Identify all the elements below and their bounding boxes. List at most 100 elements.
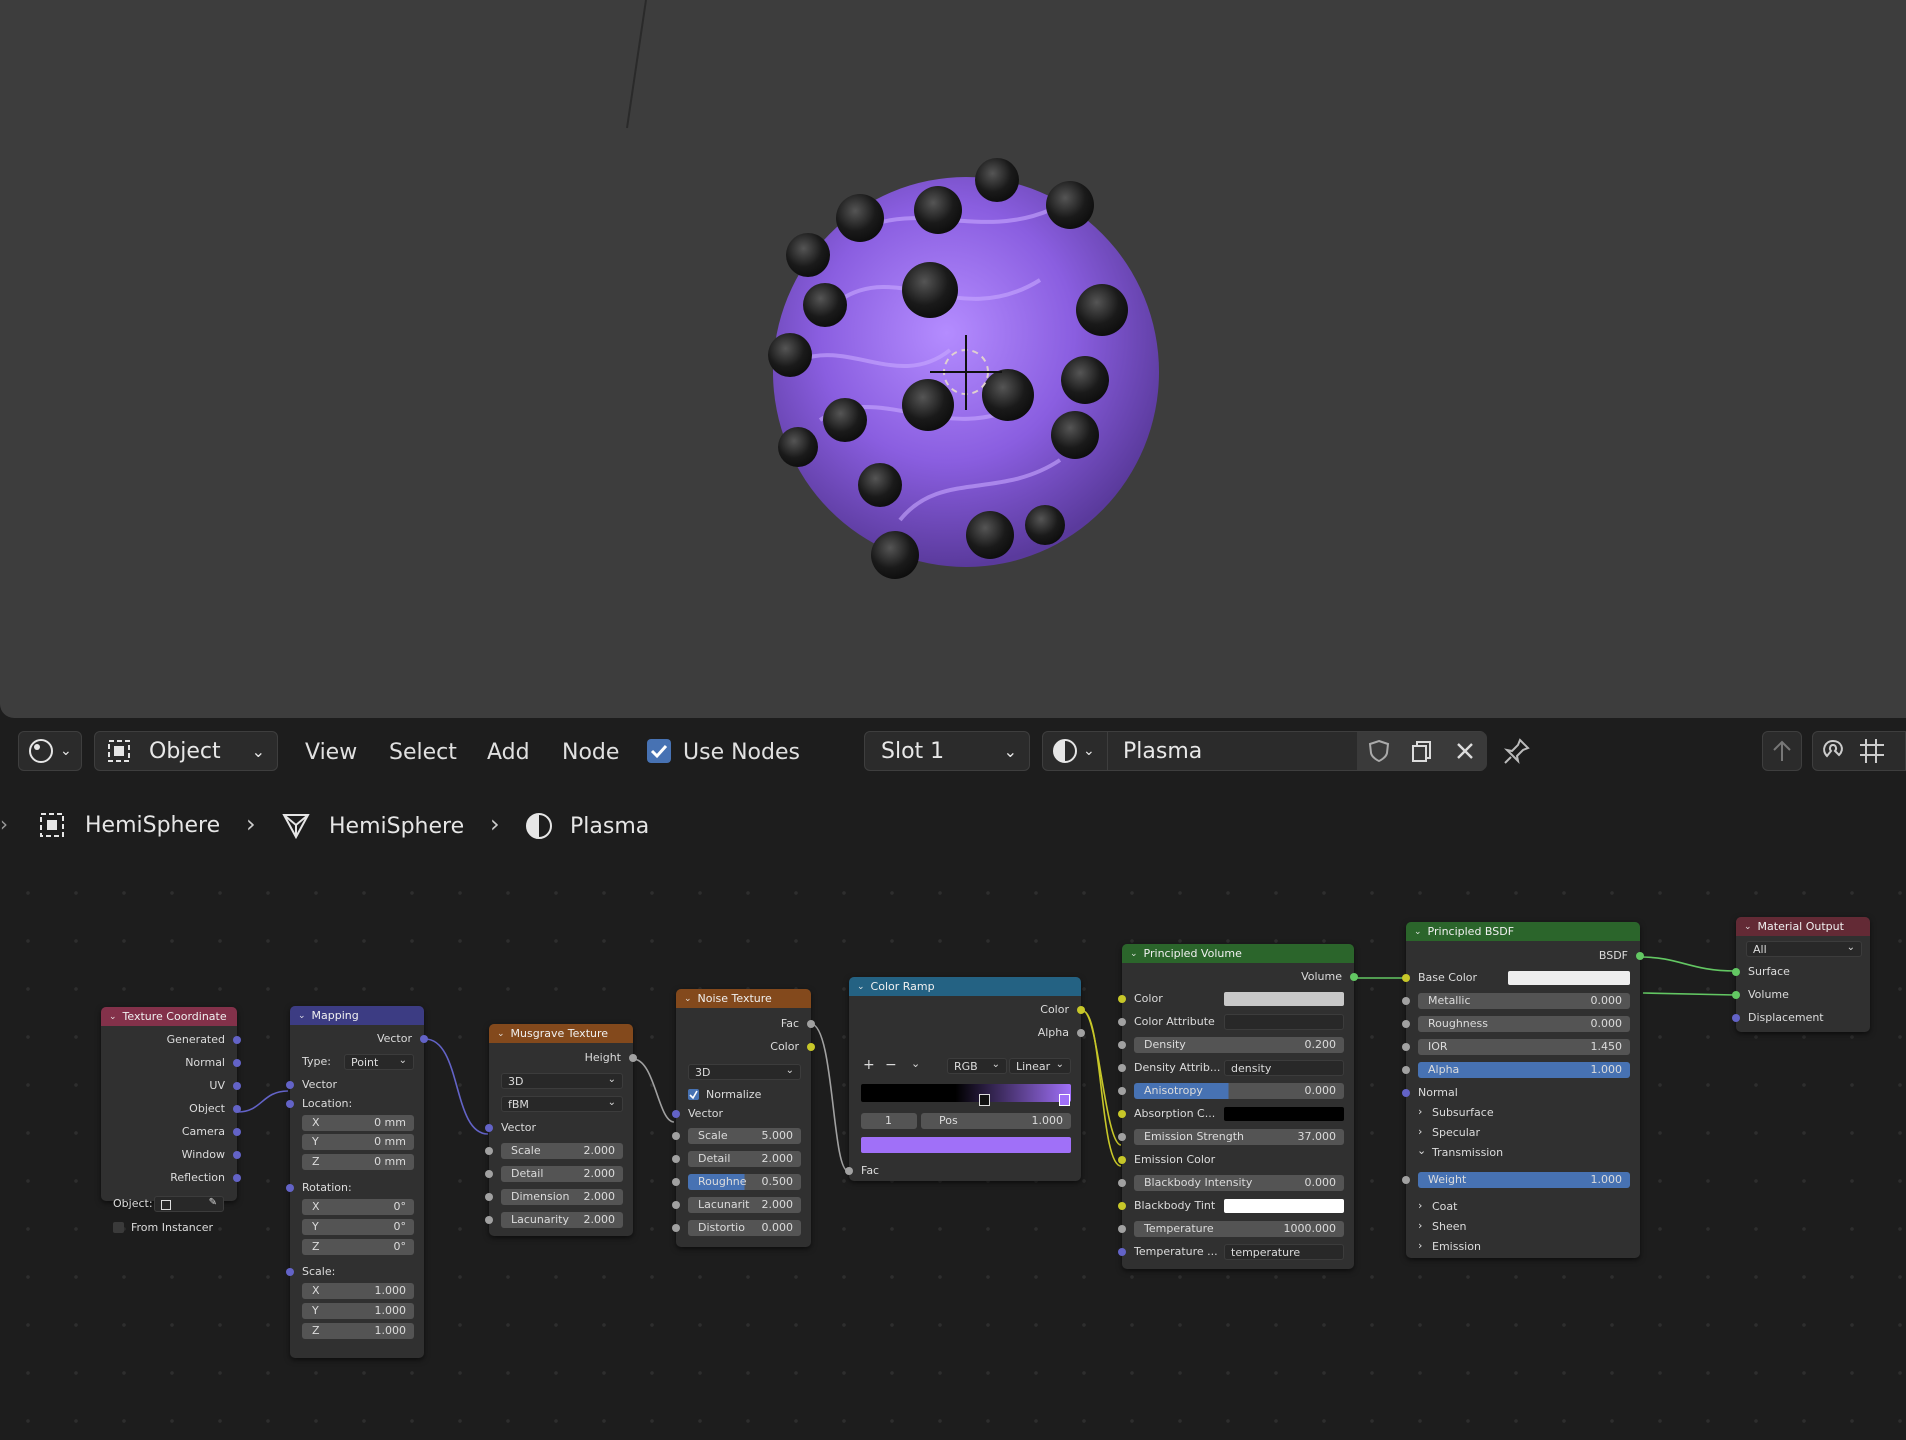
- chevron-down-icon[interactable]: ⌄: [497, 1029, 505, 1039]
- chevron-down-icon[interactable]: ⌄: [109, 1012, 117, 1022]
- temperature-field[interactable]: Temperature 1000.000: [1118, 1220, 1354, 1238]
- node-noise-texture[interactable]: ⌄ Noise Texture Fac Color 3D ⌄ Normalize V…: [672, 989, 815, 1247]
- node-header[interactable]: ⌄ Musgrave Texture: [489, 1024, 633, 1043]
- node-header[interactable]: ⌄ Color Ramp: [849, 977, 1081, 996]
- menu-add[interactable]: Add: [487, 740, 530, 765]
- output-socket[interactable]: [233, 1128, 241, 1136]
- color-ramp-gradient[interactable]: [861, 1084, 1071, 1102]
- input-socket[interactable]: [485, 1170, 493, 1178]
- input-socket[interactable]: [672, 1178, 680, 1186]
- add-stop-icon[interactable]: +: [863, 1057, 875, 1073]
- noise-scale-field[interactable]: Scale 5.000: [672, 1127, 811, 1145]
- input-socket[interactable]: [1402, 1066, 1410, 1074]
- interpolation-dropdown[interactable]: Linear ⌄: [1009, 1058, 1071, 1074]
- output-socket[interactable]: [233, 1059, 241, 1067]
- node-principled-bsdf[interactable]: ⌄ Principled BSDF BSDF Base Color Metalli…: [1402, 922, 1644, 1258]
- emission-strength-field[interactable]: Emission Strength 37.000: [1118, 1128, 1354, 1146]
- input-socket[interactable]: [485, 1124, 493, 1132]
- remove-stop-icon[interactable]: −: [885, 1057, 897, 1073]
- input-socket[interactable]: [1118, 1110, 1126, 1118]
- use-nodes-label[interactable]: Use Nodes: [683, 740, 800, 765]
- musgrave-detail-field[interactable]: Detail 2.000: [485, 1165, 633, 1183]
- input-socket[interactable]: [1118, 1041, 1126, 1049]
- menu-select[interactable]: Select: [389, 740, 457, 765]
- input-socket[interactable]: [1732, 968, 1740, 976]
- transmission-weight-field[interactable]: Weight 1.000: [1402, 1171, 1640, 1189]
- noise-lacunarity-field[interactable]: Lacunarit 2.000: [672, 1196, 811, 1214]
- input-socket[interactable]: [1118, 1018, 1126, 1026]
- rotation-y-field[interactable]: Y 0°: [290, 1218, 424, 1236]
- snap-magnet-icon[interactable]: [1819, 736, 1849, 766]
- node-header[interactable]: ⌄ Principled Volume: [1122, 944, 1354, 963]
- menu-node[interactable]: Node: [562, 740, 619, 765]
- output-socket[interactable]: [1350, 973, 1358, 981]
- color-swatch[interactable]: [1224, 1107, 1344, 1121]
- input-socket[interactable]: [485, 1216, 493, 1224]
- object-picker-field[interactable]: ✎: [154, 1196, 224, 1212]
- pin-icon[interactable]: [1502, 736, 1532, 766]
- node-texture-coordinate[interactable]: ⌄ Texture Coordinate Generated Normal UV …: [101, 1007, 241, 1234]
- input-socket[interactable]: [1118, 1202, 1126, 1210]
- color-stop-handle[interactable]: [979, 1094, 990, 1106]
- chevron-down-icon[interactable]: ⌄: [1414, 927, 1422, 937]
- node-header[interactable]: ⌄ Mapping: [290, 1006, 424, 1025]
- input-socket[interactable]: [1118, 995, 1126, 1003]
- input-socket[interactable]: [1402, 974, 1410, 982]
- input-socket[interactable]: [1402, 997, 1410, 1005]
- input-socket[interactable]: [1402, 1043, 1410, 1051]
- snapping-controls[interactable]: [1812, 731, 1906, 771]
- noise-detail-field[interactable]: Detail 2.000: [672, 1150, 811, 1168]
- scale-x-field[interactable]: X 1.000: [290, 1282, 424, 1300]
- input-socket[interactable]: [1118, 1087, 1126, 1095]
- node-header[interactable]: ⌄ Noise Texture: [676, 989, 811, 1008]
- input-socket[interactable]: [1402, 1089, 1410, 1097]
- node-header[interactable]: ⌄ Principled BSDF: [1406, 922, 1640, 941]
- menu-view[interactable]: View: [305, 740, 357, 765]
- output-socket[interactable]: [233, 1174, 241, 1182]
- color-swatch[interactable]: [1224, 1199, 1344, 1213]
- scale-z-field[interactable]: Z 1.000: [290, 1322, 424, 1340]
- input-socket[interactable]: [672, 1224, 680, 1232]
- chevron-down-icon[interactable]: ⌄: [684, 994, 692, 1004]
- stop-color-swatch[interactable]: [861, 1137, 1071, 1153]
- input-socket[interactable]: [1732, 1014, 1740, 1022]
- mapping-type-dropdown[interactable]: Point ⌄: [344, 1054, 414, 1070]
- chevron-down-icon[interactable]: ⌄: [1130, 949, 1138, 959]
- normalize-checkbox[interactable]: [688, 1089, 699, 1100]
- musgrave-scale-field[interactable]: Scale 2.000: [485, 1142, 633, 1160]
- input-socket[interactable]: [286, 1081, 294, 1089]
- alpha-field[interactable]: Alpha 1.000: [1402, 1061, 1640, 1079]
- blackbody-intensity-field[interactable]: Blackbody Intensity 0.000: [1118, 1174, 1354, 1192]
- input-socket[interactable]: [672, 1155, 680, 1163]
- editor-type-dropdown[interactable]: ⌄: [18, 731, 82, 771]
- color-swatch[interactable]: [1508, 971, 1630, 985]
- material-name-field[interactable]: Plasma: [1123, 739, 1202, 764]
- ior-field[interactable]: IOR 1.450: [1402, 1038, 1640, 1056]
- node-color-ramp[interactable]: ⌄ Color Ramp Color Alpha + − ⌄ RGB ⌄ Linea…: [845, 977, 1085, 1181]
- musgrave-lacunarity-field[interactable]: Lacunarity 2.000: [485, 1211, 633, 1229]
- material-browse-button[interactable]: ⌄: [1043, 732, 1108, 770]
- anisotropy-field[interactable]: Anisotropy 0.000: [1118, 1082, 1354, 1100]
- node-musgrave-texture[interactable]: ⌄ Musgrave Texture Height 3D ⌄ fBM ⌄ Vector…: [485, 1024, 637, 1236]
- panel-emission[interactable]: › Emission: [1406, 1238, 1640, 1256]
- output-socket[interactable]: [807, 1020, 815, 1028]
- stop-index-field[interactable]: 1: [861, 1113, 917, 1129]
- location-z-field[interactable]: Z0 mm: [290, 1153, 424, 1171]
- color-swatch[interactable]: [1224, 992, 1344, 1006]
- color-stop-handle[interactable]: [1059, 1094, 1070, 1106]
- noise-distortion-field[interactable]: Distortio 0.000: [672, 1219, 811, 1237]
- from-instancer-checkbox[interactable]: [113, 1222, 124, 1233]
- input-socket[interactable]: [286, 1100, 294, 1108]
- scale-y-field[interactable]: Y 1.000: [290, 1302, 424, 1320]
- output-target-dropdown[interactable]: All ⌄: [1746, 941, 1862, 957]
- color-attribute-field[interactable]: [1224, 1014, 1344, 1030]
- noise-roughness-field[interactable]: Roughne 0.500: [672, 1173, 811, 1191]
- output-socket[interactable]: [1077, 1006, 1085, 1014]
- input-socket[interactable]: [1118, 1179, 1126, 1187]
- grid-snap-icon[interactable]: [1857, 736, 1887, 766]
- input-socket[interactable]: [1118, 1156, 1126, 1164]
- node-header[interactable]: ⌄ Texture Coordinate: [101, 1007, 237, 1026]
- output-socket[interactable]: [233, 1036, 241, 1044]
- input-socket[interactable]: [1402, 1020, 1410, 1028]
- node-mapping[interactable]: ⌄ Mapping Vector Type: Point ⌄ Vector Loca…: [286, 1006, 428, 1358]
